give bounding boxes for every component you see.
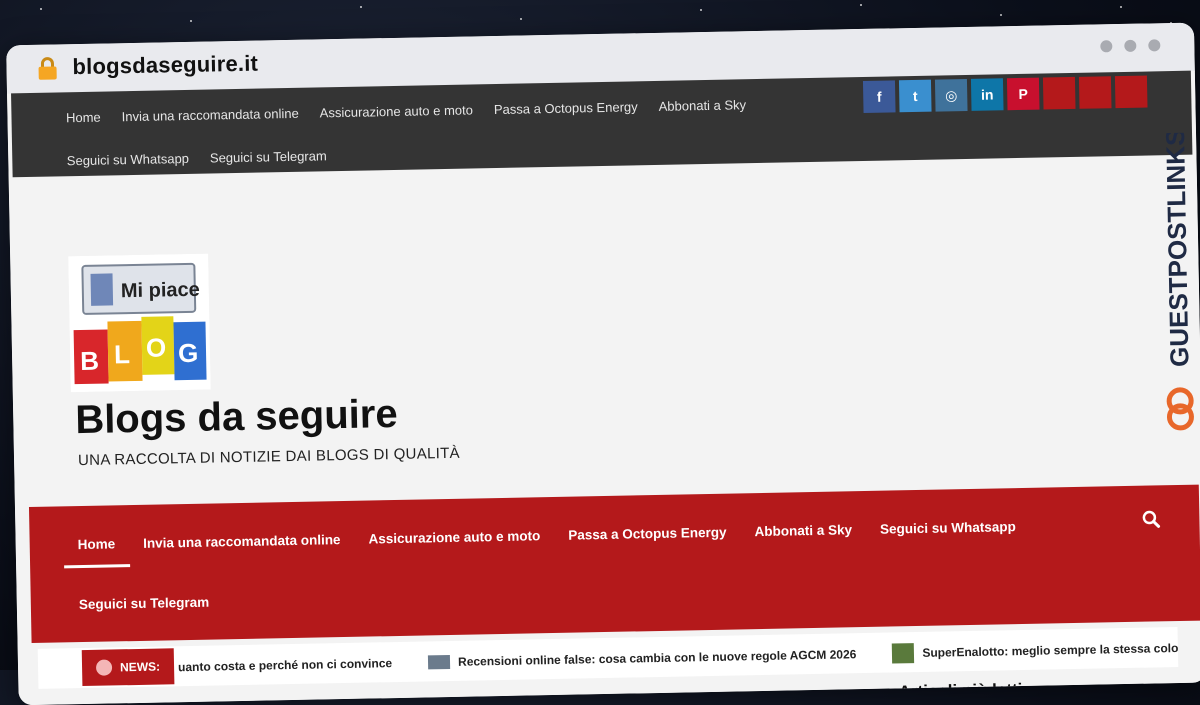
browser-window: blogsdaseguire.it Home Invia una raccoma… xyxy=(6,22,1200,705)
website-page: Home Invia una raccomandata online Assic… xyxy=(7,70,1200,705)
lock-icon xyxy=(38,57,57,80)
topnav-home[interactable]: Home xyxy=(55,99,112,143)
svg-text:G: G xyxy=(178,338,199,368)
window-dot[interactable] xyxy=(1148,39,1161,52)
ticker-item[interactable]: SuperEnalotto: meglio sempre la stessa c… xyxy=(892,638,1179,664)
thumbnail-image xyxy=(892,643,915,664)
ticker-item[interactable]: uanto costa e perché non ci convince xyxy=(178,653,392,677)
topnav-octopus[interactable]: Passa a Octopus Energy xyxy=(483,89,649,135)
live-dot-icon xyxy=(95,659,113,676)
logo-text-mipiace: Mi piace xyxy=(121,279,200,303)
social-links: f t ◎ in P xyxy=(862,75,1148,113)
site-tagline: UNA RACCOLTA DI NOTIZIE DAI BLOGS DI QUA… xyxy=(77,444,461,470)
site-header: Mi piace B L O G Blogs da seguire UNA RA… xyxy=(13,155,1199,508)
social-icon-7[interactable] xyxy=(1078,76,1112,109)
instagram-icon[interactable]: ◎ xyxy=(934,78,968,112)
mainnav-sky[interactable]: Abbonati a Sky xyxy=(740,507,866,555)
thumbnail-image xyxy=(427,654,451,670)
mainnav-whatsapp[interactable]: Seguici su Whatsapp xyxy=(866,504,1031,553)
svg-text:GUESTPOSTLINKS: GUESTPOSTLINKS xyxy=(1160,133,1195,368)
news-label-text: NEWS: xyxy=(119,659,161,675)
social-icon-6[interactable] xyxy=(1042,76,1076,110)
svg-text:B: B xyxy=(80,346,99,376)
window-controls xyxy=(1100,39,1161,53)
main-navigation: Home Invia una raccomandata online Assic… xyxy=(28,484,1200,644)
sidebar-heading: Articoli più letti xyxy=(898,680,1023,702)
window-dot[interactable] xyxy=(1100,40,1113,53)
topnav-assicurazione[interactable]: Assicurazione auto e moto xyxy=(309,92,484,138)
topnav-raccomandata[interactable]: Invia una raccomandata online xyxy=(111,96,310,143)
mainnav-assicurazione[interactable]: Assicurazione auto e moto xyxy=(354,513,555,563)
mainnav-octopus[interactable]: Passa a Octopus Energy xyxy=(554,509,741,559)
twitter-icon[interactable]: t xyxy=(898,79,932,113)
svg-text:L: L xyxy=(114,339,131,369)
social-icon-8[interactable] xyxy=(1114,75,1148,109)
mainnav-telegram[interactable]: Seguici su Telegram xyxy=(64,579,223,628)
pinterest-icon[interactable]: P xyxy=(1006,77,1040,111)
topnav-sky[interactable]: Abbonati a Sky xyxy=(648,87,757,132)
window-dot[interactable] xyxy=(1124,39,1137,52)
svg-text:O: O xyxy=(146,332,167,362)
mainnav-raccomandata[interactable]: Invia una raccomandata online xyxy=(129,517,355,567)
mainnav-home[interactable]: Home xyxy=(63,521,130,569)
news-label: NEWS: xyxy=(81,648,175,687)
site-title[interactable]: Blogs da seguire xyxy=(75,392,398,443)
guestpostlinks-watermark: GUESTPOSTLINKS xyxy=(1160,133,1195,431)
ticker-item[interactable]: Recensioni online false: cosa cambia con… xyxy=(427,644,857,672)
address-bar-url[interactable]: blogsdaseguire.it xyxy=(72,51,258,81)
linkedin-icon[interactable]: in xyxy=(970,78,1004,111)
site-logo[interactable]: Mi piace B L O G xyxy=(68,253,211,393)
facebook-icon[interactable]: f xyxy=(862,80,896,113)
search-icon[interactable] xyxy=(1141,509,1161,529)
